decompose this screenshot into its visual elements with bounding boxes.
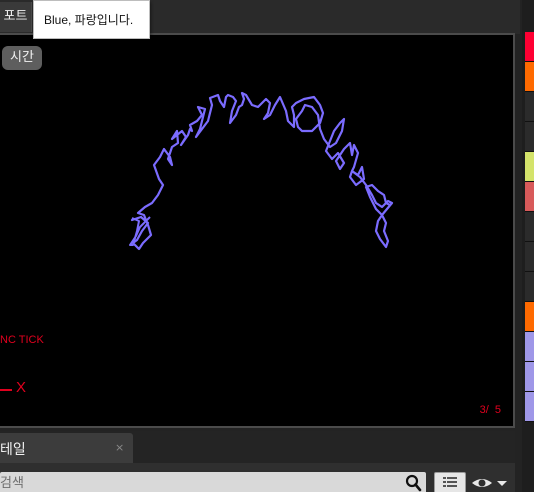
motion-viewport[interactable]: 시간 NC TICK X 3/ 5 — [0, 33, 515, 428]
color-swatch[interactable] — [525, 182, 534, 212]
x-axis-label: X — [16, 379, 27, 396]
color-swatch[interactable] — [525, 302, 534, 332]
list-view-button[interactable] — [434, 472, 466, 492]
trace-line — [130, 91, 394, 251]
bottom-toolbar — [0, 463, 515, 492]
top-tab-strip: 포트 Blue, 파랑입니다. — [0, 0, 520, 39]
search-input[interactable] — [0, 472, 400, 492]
color-swatch[interactable] — [525, 332, 534, 362]
search-icon[interactable] — [404, 474, 422, 492]
axis-legend: X — [0, 379, 40, 399]
bottom-tab-bar: 테일 × — [0, 431, 515, 463]
eye-icon — [472, 479, 507, 487]
color-swatch[interactable] — [525, 152, 534, 182]
color-swatch[interactable] — [525, 32, 534, 62]
x-axis-line — [0, 389, 12, 391]
color-swatch[interactable] — [525, 392, 534, 422]
color-swatch[interactable] — [525, 272, 534, 302]
app-window: 포트 Blue, 파랑입니다. 시간 NC TICK X 3/ 5 테일 × — [0, 0, 534, 492]
tab-detail-label: 테일 — [0, 442, 26, 458]
color-swatch[interactable] — [525, 62, 534, 92]
trace-line-tail — [129, 216, 151, 246]
color-swatch[interactable] — [525, 242, 534, 272]
tab-report[interactable]: 포트 — [0, 2, 32, 32]
motion-trace — [129, 91, 394, 251]
search-box — [0, 472, 426, 492]
page-counter: 3/ 5 — [479, 404, 501, 416]
color-swatch[interactable] — [525, 92, 534, 122]
color-swatch[interactable] — [525, 122, 534, 152]
close-icon[interactable]: × — [115, 441, 124, 454]
color-swatch[interactable] — [525, 362, 534, 392]
color-tooltip: Blue, 파랑입니다. — [33, 0, 150, 39]
tab-detail[interactable]: 테일 × — [0, 433, 133, 463]
color-swatch-panel — [522, 0, 534, 492]
sync-tick-label: NC TICK — [0, 334, 44, 346]
list-icon — [443, 477, 457, 487]
visibility-dropdown[interactable] — [470, 475, 510, 492]
color-swatch[interactable] — [525, 212, 534, 242]
chevron-down-icon — [497, 481, 507, 486]
